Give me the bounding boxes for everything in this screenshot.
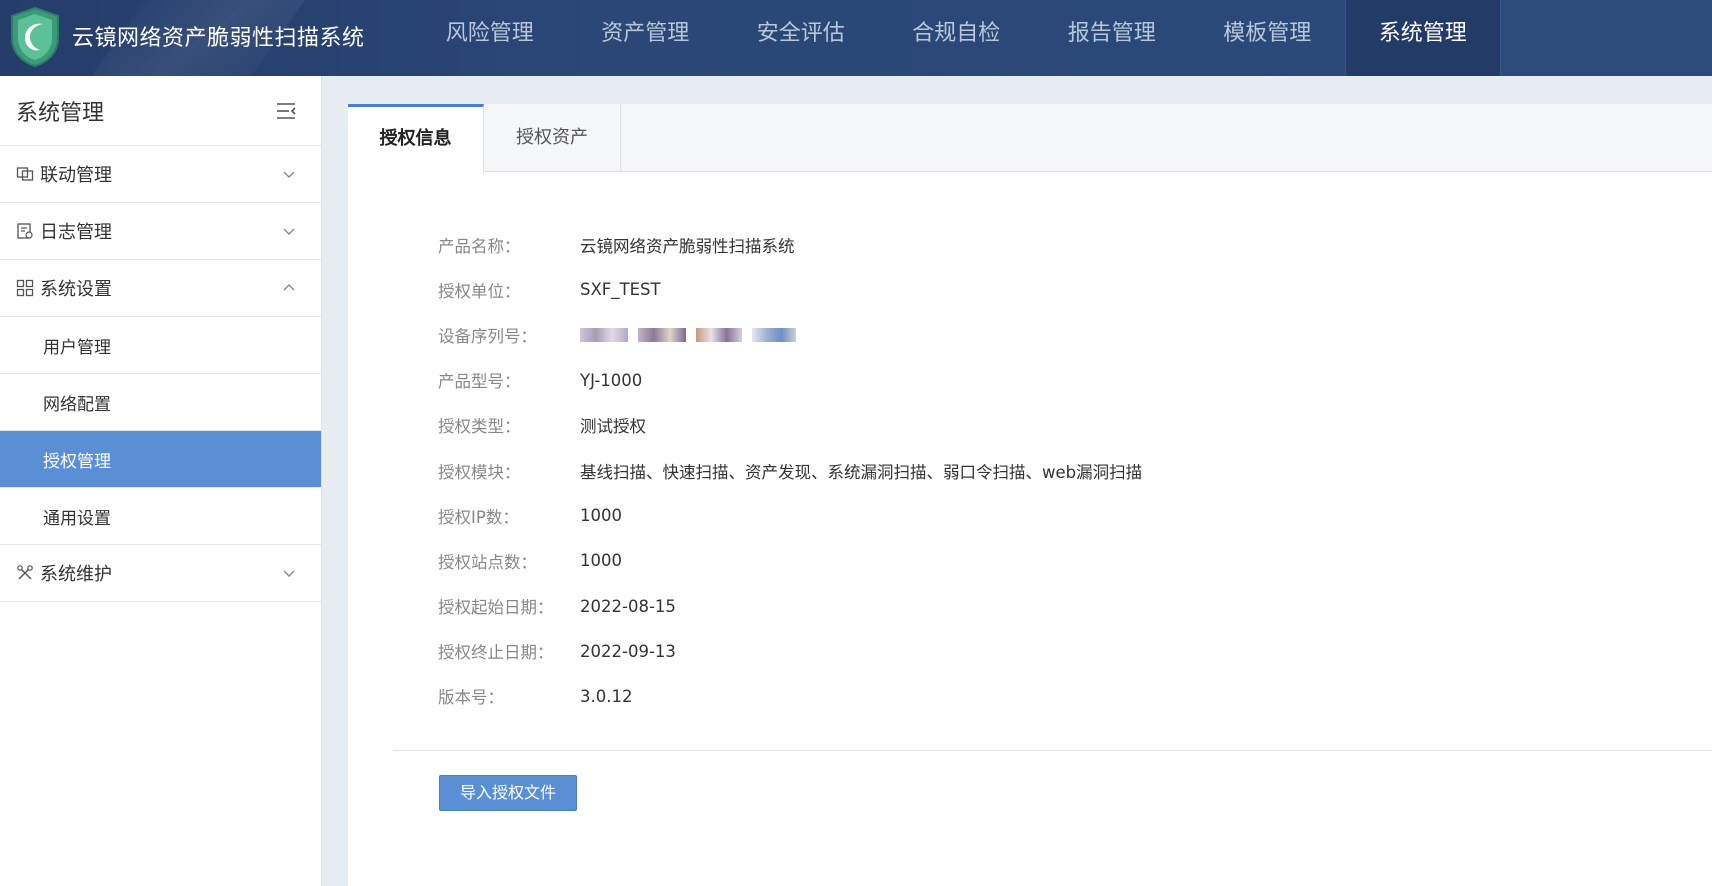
field-label: 授权单位：: [438, 281, 521, 301]
log-icon: [14, 220, 36, 242]
sidebar-item-label: 系统设置: [40, 279, 112, 300]
sidebar-item-label: 日志管理: [40, 222, 112, 243]
grid-icon: [14, 277, 36, 299]
sidebar-item-linkage[interactable]: 联动管理: [0, 146, 321, 203]
sidebar-item-license-management[interactable]: 授权管理: [0, 431, 321, 488]
field-value: 3.0.12: [580, 686, 633, 706]
info-row-product-name: 产品名称： 云镜网络资产脆弱性扫描系统: [438, 222, 1142, 267]
info-row-site-count: 授权站点数： 1000: [438, 538, 1142, 583]
field-label: 授权模块：: [438, 462, 521, 482]
tab-license-assets[interactable]: 授权资产: [484, 104, 621, 172]
field-value: 2022-09-13: [580, 641, 676, 661]
field-label: 产品型号：: [438, 372, 521, 392]
chevron-down-icon: [283, 228, 295, 235]
collapse-menu-icon[interactable]: [275, 101, 297, 121]
top-header: 云镜网络资产脆弱性扫描系统 风险管理 资产管理 安全评估 合规自检 报告管理 模…: [0, 0, 1712, 76]
info-row-ip-count: 授权IP数： 1000: [438, 493, 1142, 538]
sidebar-item-user-management[interactable]: 用户管理: [0, 317, 321, 374]
field-label: 授权站点数：: [438, 552, 537, 572]
nav-risk-management[interactable]: 风险管理: [412, 0, 568, 76]
field-label: 授权终止日期：: [438, 643, 554, 663]
field-label: 产品名称：: [438, 236, 521, 256]
field-value: 基线扫描、快速扫描、资产发现、系统漏洞扫描、弱口令扫描、web漏洞扫描: [580, 462, 1143, 482]
sidebar-header: 系统管理: [0, 76, 321, 146]
nav-report-management[interactable]: 报告管理: [1034, 0, 1190, 76]
sidebar-item-network-config[interactable]: 网络配置: [0, 374, 321, 431]
section-divider: [393, 750, 1712, 751]
info-row-version: 版本号： 3.0.12: [438, 674, 1142, 719]
license-info-list: 产品名称： 云镜网络资产脆弱性扫描系统 授权单位： SXF_TEST 设备序列号…: [438, 222, 1142, 719]
info-row-model: 产品型号： YJ-1000: [438, 358, 1142, 403]
field-label: 授权类型：: [438, 417, 521, 437]
info-row-start-date: 授权起始日期： 2022-08-15: [438, 584, 1142, 629]
app-title: 云镜网络资产脆弱性扫描系统: [72, 26, 365, 51]
sidebar-item-system-settings[interactable]: 系统设置: [0, 260, 321, 317]
field-value: 1000: [580, 506, 622, 526]
field-value: SXF_TEST: [580, 280, 661, 300]
sidebar-title: 系统管理: [16, 100, 105, 126]
field-value: 2022-08-15: [580, 596, 676, 616]
field-value: 云镜网络资产脆弱性扫描系统: [580, 236, 795, 256]
main-nav: 风险管理 资产管理 安全评估 合规自检 报告管理 模板管理 系统管理: [412, 0, 1501, 76]
tools-icon: [14, 562, 36, 584]
field-label: 授权IP数：: [438, 507, 519, 527]
import-license-button[interactable]: 导入授权文件: [439, 775, 577, 811]
info-row-license-type: 授权类型： 测试授权: [438, 403, 1142, 448]
shield-logo-icon: [11, 6, 59, 68]
info-row-serial: 设备序列号：: [438, 312, 1142, 357]
info-row-licensee: 授权单位： SXF_TEST: [438, 267, 1142, 312]
field-value: YJ-1000: [580, 370, 643, 390]
field-label: 版本号：: [438, 688, 504, 708]
nav-security-assessment[interactable]: 安全评估: [723, 0, 879, 76]
nav-system-management[interactable]: 系统管理: [1345, 0, 1501, 76]
info-row-modules: 授权模块： 基线扫描、快速扫描、资产发现、系统漏洞扫描、弱口令扫描、web漏洞扫…: [438, 448, 1142, 493]
main-panel: 授权信息 授权资产 产品名称： 云镜网络资产脆弱性扫描系统 授权单位： SXF_…: [348, 104, 1712, 886]
field-value: 测试授权: [580, 417, 646, 437]
sidebar-item-logs[interactable]: 日志管理: [0, 203, 321, 260]
link-icon: [14, 163, 36, 185]
redacted-serial-value: [580, 327, 796, 342]
sidebar-item-maintenance[interactable]: 系统维护: [0, 545, 321, 602]
field-value: 1000: [580, 551, 622, 571]
sidebar-item-general-settings[interactable]: 通用设置: [0, 488, 321, 545]
nav-template-management[interactable]: 模板管理: [1190, 0, 1346, 76]
sidebar-item-label: 系统维护: [40, 564, 112, 585]
sidebar-item-label: 联动管理: [40, 165, 112, 186]
chevron-down-icon: [283, 171, 295, 178]
info-row-end-date: 授权终止日期： 2022-09-13: [438, 629, 1142, 674]
chevron-up-icon: [283, 284, 295, 291]
nav-asset-management[interactable]: 资产管理: [568, 0, 724, 76]
chevron-down-icon: [283, 570, 295, 577]
tab-license-info[interactable]: 授权信息: [348, 104, 484, 173]
tab-bar: 授权信息 授权资产: [348, 104, 1712, 173]
field-label: 设备序列号：: [438, 326, 537, 346]
sidebar: 系统管理 联动管理 日志管理 系统设置 用户管理 网络配置 授权管理 通用设置: [0, 76, 322, 886]
nav-compliance-check[interactable]: 合规自检: [879, 0, 1035, 76]
field-label: 授权起始日期：: [438, 598, 554, 618]
